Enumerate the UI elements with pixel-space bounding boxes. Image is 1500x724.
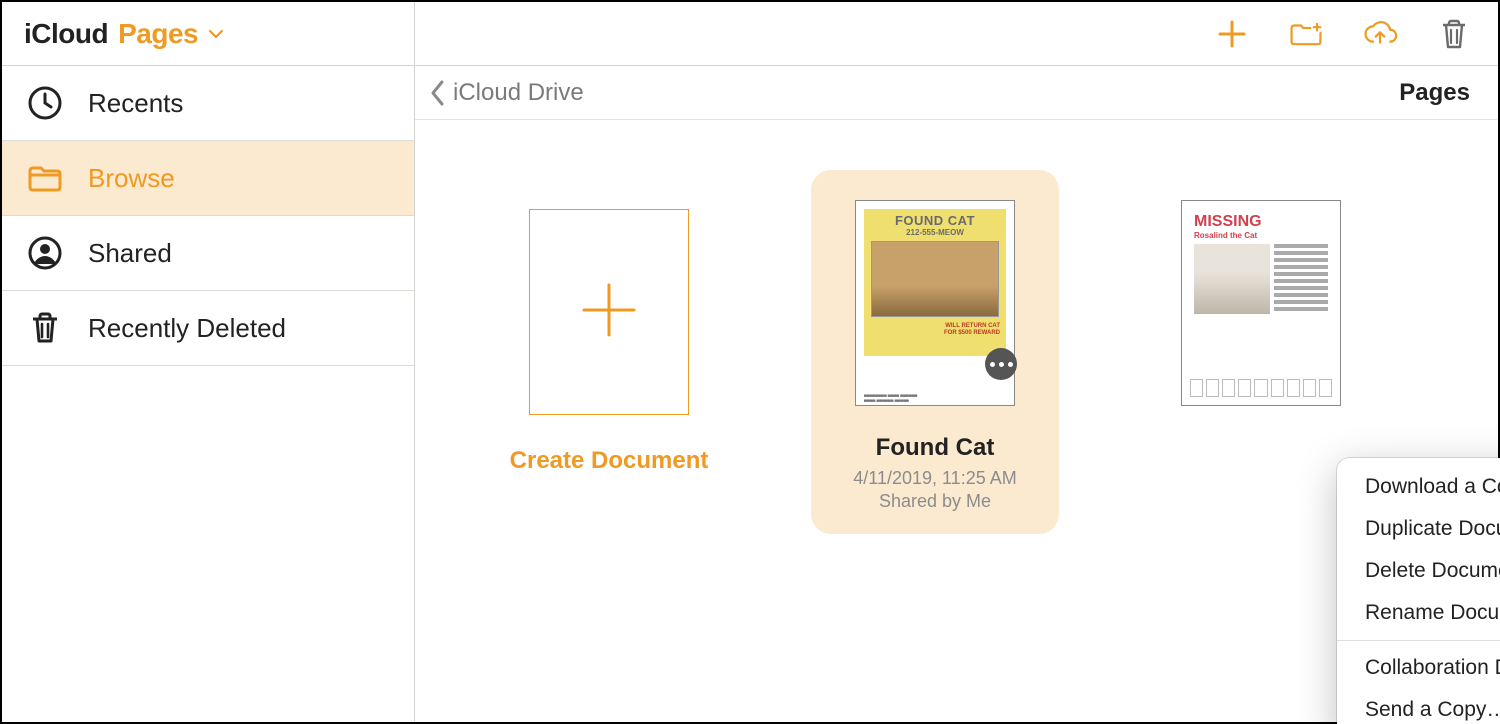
- new-document-button[interactable]: [1212, 14, 1252, 54]
- menu-item-collaboration[interactable]: Collaboration Details…: [1337, 647, 1500, 689]
- document-sharer: Shared by Me: [811, 491, 1059, 512]
- menu-item-duplicate[interactable]: Duplicate Document: [1337, 508, 1500, 550]
- top-toolbar: iCloud Pages: [2, 2, 1498, 66]
- main-content: iCloud Drive Pages Create Document FOUND: [415, 66, 1498, 722]
- upload-cloud-icon: [1363, 17, 1397, 51]
- plus-icon: [1215, 17, 1249, 51]
- person-circle-icon: [26, 234, 64, 272]
- breadcrumb-back[interactable]: iCloud Drive: [429, 79, 584, 107]
- brand-icloud: iCloud: [24, 18, 108, 50]
- breadcrumb-bar: iCloud Drive Pages: [415, 66, 1498, 120]
- document-thumbnail: MISSING Rosalind the Cat: [1181, 200, 1341, 406]
- sidebar-item-recents[interactable]: Recents: [2, 66, 414, 141]
- sidebar-item-label: Recents: [88, 88, 183, 119]
- sidebar-item-browse[interactable]: Browse: [2, 141, 414, 216]
- trash-icon: [1437, 17, 1471, 51]
- delete-button[interactable]: [1434, 14, 1474, 54]
- document-tile-missing-cat[interactable]: MISSING Rosalind the Cat: [1137, 170, 1385, 428]
- document-date: 4/11/2019, 11:25 AM: [811, 468, 1059, 489]
- menu-item-download-copy[interactable]: Download a Copy…: [1337, 466, 1500, 508]
- document-context-menu: Download a Copy… Duplicate Document Dele…: [1337, 458, 1500, 724]
- sidebar-item-recently-deleted[interactable]: Recently Deleted: [2, 291, 414, 366]
- app-switcher[interactable]: iCloud Pages: [2, 2, 415, 65]
- sidebar-item-label: Recently Deleted: [88, 313, 286, 344]
- sidebar-item-shared[interactable]: Shared: [2, 216, 414, 291]
- breadcrumb-back-label: iCloud Drive: [453, 79, 584, 107]
- sidebar-item-label: Shared: [88, 238, 172, 269]
- folder-icon: [26, 159, 64, 197]
- document-more-button[interactable]: [985, 348, 1017, 380]
- menu-separator: [1337, 640, 1500, 641]
- breadcrumb-title: Pages: [1399, 79, 1470, 107]
- sidebar: Recents Browse Shared Recently Deleted: [2, 66, 415, 722]
- chevron-down-icon: [208, 26, 224, 42]
- new-folder-icon: [1289, 17, 1323, 51]
- document-name: Found Cat: [811, 434, 1059, 462]
- upload-button[interactable]: [1360, 14, 1400, 54]
- sidebar-item-label: Browse: [88, 163, 175, 194]
- create-document-label: Create Document: [510, 447, 709, 475]
- plus-icon: [574, 275, 644, 350]
- menu-item-delete[interactable]: Delete Document: [1337, 550, 1500, 592]
- chevron-left-icon: [429, 79, 447, 107]
- create-document-tile[interactable]: Create Document: [485, 170, 733, 475]
- clock-icon: [26, 84, 64, 122]
- trash-icon: [26, 309, 64, 347]
- create-document-box[interactable]: [529, 209, 689, 415]
- new-folder-button[interactable]: [1286, 14, 1326, 54]
- brand-pages: Pages: [118, 18, 198, 50]
- document-tile-found-cat[interactable]: FOUND CAT 212-555-MEOW WILL RETURN CATFO…: [811, 170, 1059, 534]
- menu-item-rename[interactable]: Rename Document: [1337, 592, 1500, 634]
- menu-item-send-copy[interactable]: Send a Copy…: [1337, 689, 1500, 724]
